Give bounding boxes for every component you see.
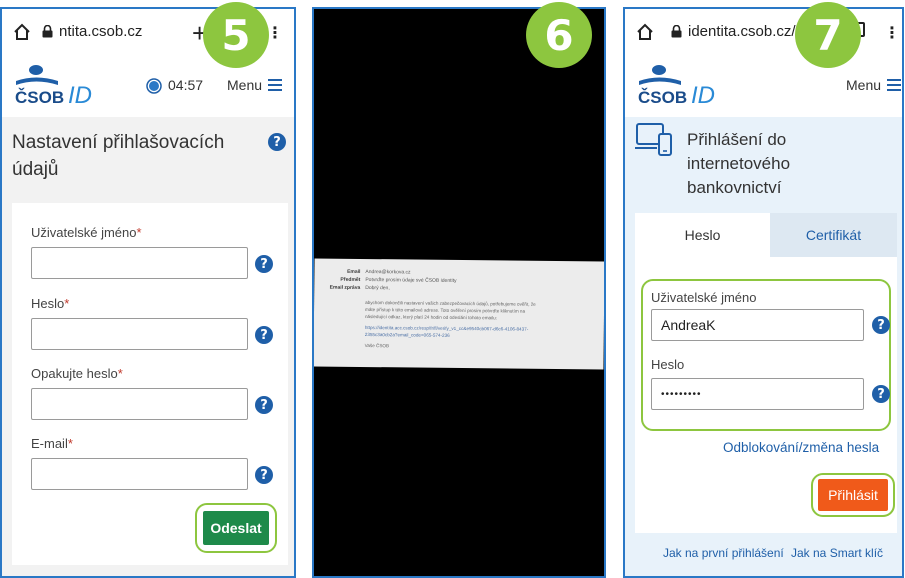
session-timer: 04:57 [168,77,204,93]
password-label: Heslo* [31,296,70,311]
menu-label: Menu [227,77,263,93]
submit-button[interactable]: Odeslat [203,511,269,545]
tab-certificate[interactable]: Certifikát [770,213,897,257]
email-label: E-mail* [31,436,73,451]
logo-id-text: ID [68,82,92,107]
username-input[interactable]: AndreaK [651,309,864,341]
help-icon[interactable]: ? [872,316,890,334]
step-badge-5: 5 [203,2,269,68]
email-body: abychom dokončili nastavení vašich zabez… [365,299,601,351]
csob-id-logo: ČSOB ID [638,65,715,107]
url-text[interactable]: identita.csob.cz/ [688,23,796,40]
email-header-values: Andrea@korkova.cz Potvrďte prosím údaje … [365,269,457,292]
more-options-icon[interactable]: ⋮ [267,23,283,43]
username-label: Uživatelské jméno* [31,225,142,240]
menu-button[interactable]: Menu [227,77,283,93]
username-label: Uživatelské jméno [651,290,757,305]
help-icon[interactable]: ? [255,326,273,344]
tab-password[interactable]: Heslo [635,213,770,257]
help-icon[interactable]: ? [872,385,890,403]
login-button[interactable]: Přihlásit [818,479,888,511]
step-badge-7: 7 [795,2,861,68]
hamburger-icon [268,79,283,91]
email-photo: Email Předmět Email zpráva Andrea@korkov… [314,258,604,370]
username-input[interactable] [31,247,248,279]
home-icon[interactable] [13,23,31,41]
help-icon[interactable]: ? [255,396,273,414]
app-header: ČSOB ID Menu [625,55,902,117]
csob-id-logo: ČSOB ID [15,65,92,107]
logo-brand-text: ČSOB [15,88,64,107]
more-options-icon[interactable]: ⋮ [884,23,900,43]
help-icon[interactable]: ? [255,255,273,273]
page-title: Nastavení přihlašovacích údajů [12,132,225,180]
smart-key-link[interactable]: Jak na Smart klíč [791,546,883,560]
hamburger-icon [887,79,902,91]
password-input[interactable] [31,318,248,350]
logo-brand-text: ČSOB [638,88,687,107]
first-login-link[interactable]: Jak na první přihlášení [663,546,784,560]
screen-7-login: identita.csob.cz/ ⋮ ČSOB ID Menu Přihláš… [623,7,904,578]
unblock-password-link[interactable]: Odblokování/změna hesla [723,440,879,455]
email-header-labels: Email Předmět Email zpráva [329,268,361,291]
email-input[interactable] [31,458,248,490]
menu-label: Menu [846,77,882,93]
page-title: Přihlášení do internetového bankovnictví [687,130,791,197]
home-icon[interactable] [636,23,654,41]
timer-icon [146,78,162,94]
repeat-password-input[interactable] [31,388,248,420]
step-badge-6: 6 [526,2,592,68]
repeat-password-label: Opakujte heslo* [31,366,123,381]
lock-icon [671,25,682,38]
logo-id-text: ID [691,82,715,107]
screen-5-registration: ntita.csob.cz + ⋮ ČSOB ID 04:57 Menu Nas… [0,7,296,578]
password-input[interactable]: ••••••••• [651,378,864,410]
help-icon[interactable]: ? [255,466,273,484]
devices-icon [635,123,672,156]
screen-6-email-photo: Email Předmět Email zpráva Andrea@korkov… [312,7,606,578]
password-label: Heslo [651,357,685,372]
menu-button[interactable]: Menu [846,77,902,93]
lock-icon [42,25,53,38]
help-icon[interactable]: ? [268,133,286,151]
url-text[interactable]: ntita.csob.cz [59,23,142,40]
